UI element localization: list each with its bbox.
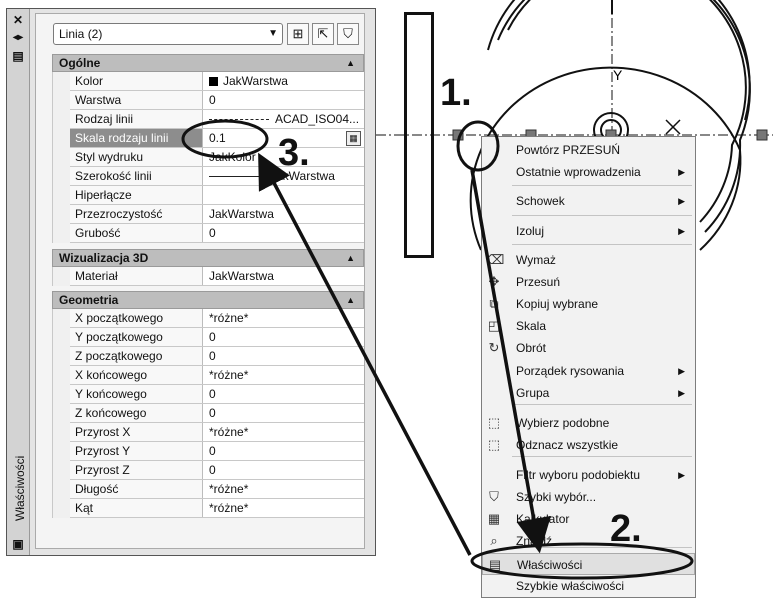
- callout-ellipse-1: [456, 120, 500, 172]
- callout-ellipse-2: [470, 542, 694, 580]
- arrow-1-to-2: [470, 169, 551, 554]
- callout-number-1: 1.: [440, 72, 472, 114]
- callout-number-2: 2.: [610, 508, 642, 550]
- annotation-overlay: [181, 119, 694, 580]
- arrow-2-to-3: [258, 152, 472, 556]
- callout-ellipse-3: [181, 119, 269, 159]
- callout-number-3: 3.: [278, 132, 310, 174]
